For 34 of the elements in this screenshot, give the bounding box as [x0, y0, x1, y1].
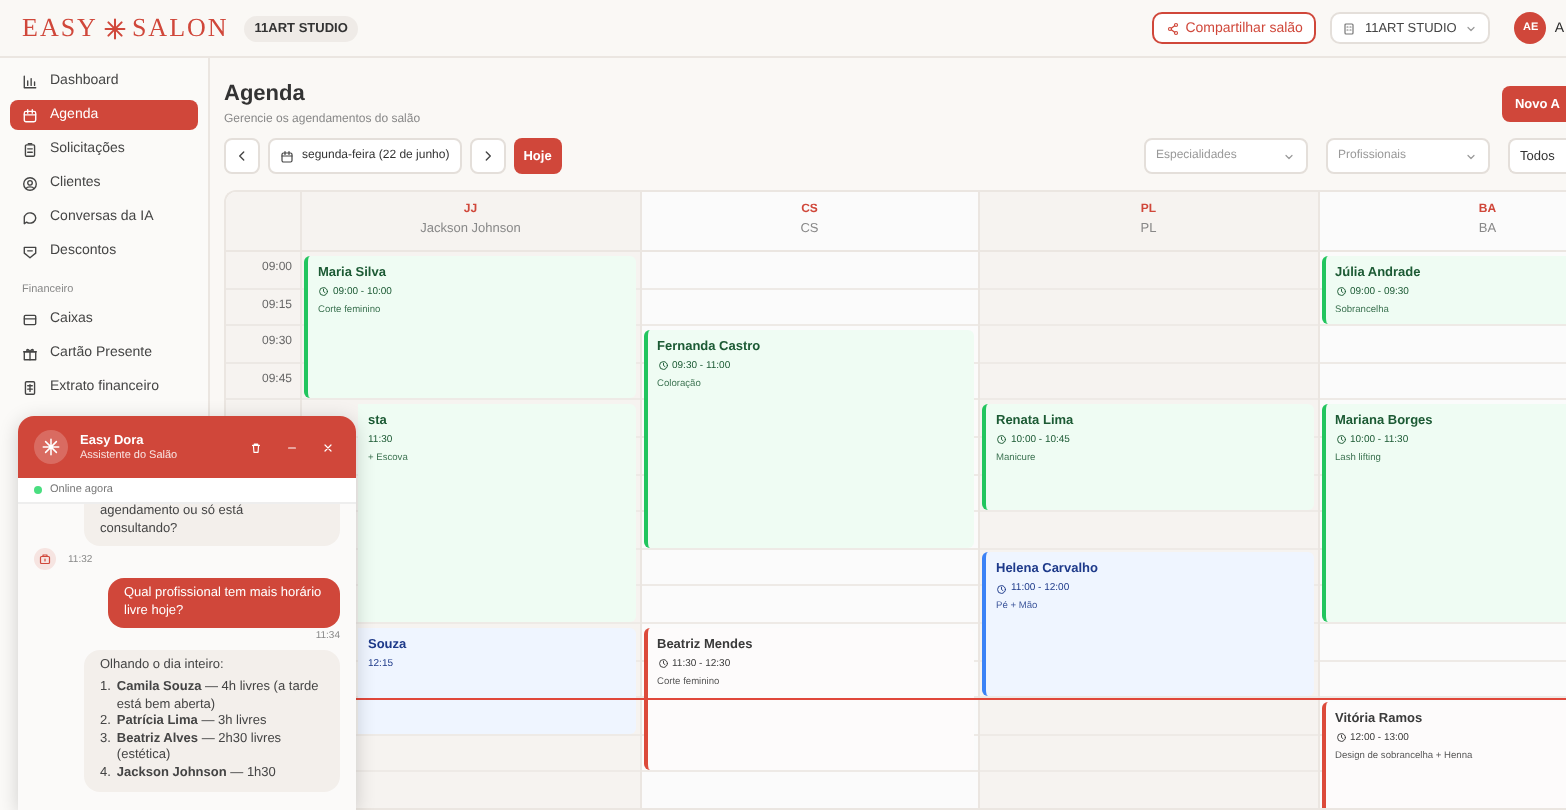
clipboard-icon — [22, 141, 38, 157]
building-icon — [1342, 21, 1357, 35]
document-icon — [22, 379, 38, 395]
close-icon — [322, 441, 334, 453]
previous-button[interactable] — [224, 138, 260, 174]
clock-icon — [996, 583, 1007, 595]
chevron-icon — [1464, 149, 1478, 163]
gift-icon — [22, 345, 38, 361]
chevron-icon — [1464, 21, 1479, 35]
clock-icon — [1335, 434, 1346, 446]
chart-icon — [22, 73, 38, 89]
logo-text: EASY — [22, 12, 98, 44]
clock-icon — [1335, 285, 1346, 297]
clock-icon — [657, 657, 668, 669]
calendar-icon — [280, 149, 294, 163]
clock-icon — [318, 285, 329, 297]
clock-icon — [1335, 731, 1346, 743]
page-title: Agenda — [224, 82, 307, 106]
next-button[interactable] — [469, 138, 506, 174]
minimize-icon — [286, 441, 298, 453]
logo-text: SALON — [131, 12, 229, 44]
star-logo-icon — [42, 438, 60, 456]
wallet-icon — [22, 311, 38, 327]
calendar-icon — [22, 107, 38, 123]
star-logo-icon — [103, 17, 126, 39]
share-icon — [1165, 21, 1180, 35]
tag-icon — [22, 243, 38, 259]
chevron-left-icon — [234, 148, 250, 164]
trash-icon — [250, 441, 262, 453]
clock-icon — [996, 434, 1007, 446]
clock-icon — [657, 359, 668, 371]
chevron-icon — [1282, 149, 1296, 163]
chat-icon — [22, 209, 38, 225]
user-icon — [22, 175, 38, 191]
